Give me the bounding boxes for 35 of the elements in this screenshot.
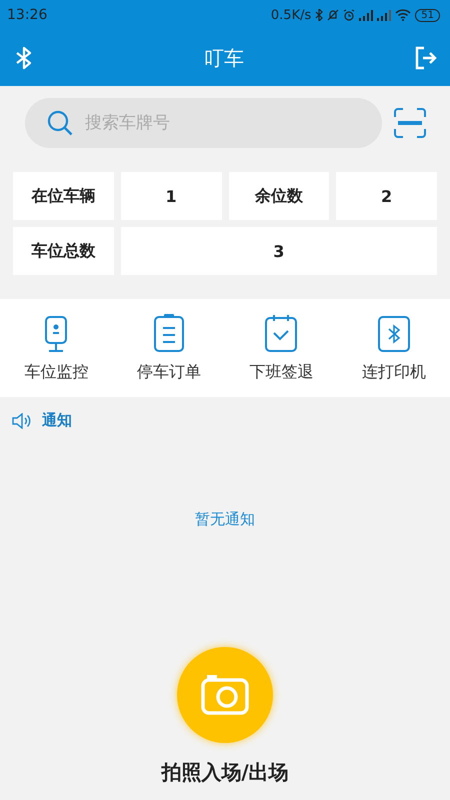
empty-notice-text: 暂无通知: [195, 510, 255, 528]
menu-item-label[interactable]: 连打印机: [362, 362, 426, 383]
bluetooth-icon: [315, 9, 324, 21]
app-title: 叮车: [204, 44, 244, 72]
bluetooth-device-icon[interactable]: [378, 316, 410, 352]
scan-icon[interactable]: [394, 108, 426, 138]
signal-icon: [377, 10, 392, 20]
camera-monitor-icon[interactable]: [45, 316, 68, 352]
menu-item-label[interactable]: 下班签退: [249, 362, 314, 383]
camera-icon: [201, 675, 249, 715]
stat-label: 余位数: [228, 172, 330, 220]
stat-value: 2: [336, 172, 437, 220]
search-bar[interactable]: 搜索车牌号: [25, 98, 382, 148]
camera-label: 拍照入场/出场: [161, 759, 289, 786]
notice-title: 通知: [42, 411, 72, 430]
bluetooth-icon[interactable]: [14, 46, 34, 70]
signal-icon: [359, 10, 374, 20]
wifi-icon: [395, 9, 412, 21]
battery-level: 51: [415, 8, 440, 22]
muted-bell-icon: [327, 9, 340, 21]
search-field[interactable]: 搜索车牌号: [83, 112, 287, 134]
network-speed: 0.5K/s: [270, 8, 312, 22]
search-icon: [47, 110, 73, 136]
status-time: 13:26: [7, 7, 48, 23]
stat-value: 1: [120, 172, 222, 220]
stat-label: 车位总数: [13, 227, 114, 275]
alarm-icon: [343, 9, 356, 21]
speaker-icon: [12, 412, 32, 428]
menu-item-label[interactable]: 停车订单: [136, 362, 201, 383]
stat-label: 在位车辆: [13, 172, 114, 220]
clipboard-icon[interactable]: [154, 314, 184, 352]
stat-value: 3: [120, 227, 437, 275]
logout-icon[interactable]: [414, 46, 438, 70]
calendar-check-icon[interactable]: [265, 314, 298, 352]
menu-item-label[interactable]: 车位监控: [24, 362, 88, 383]
